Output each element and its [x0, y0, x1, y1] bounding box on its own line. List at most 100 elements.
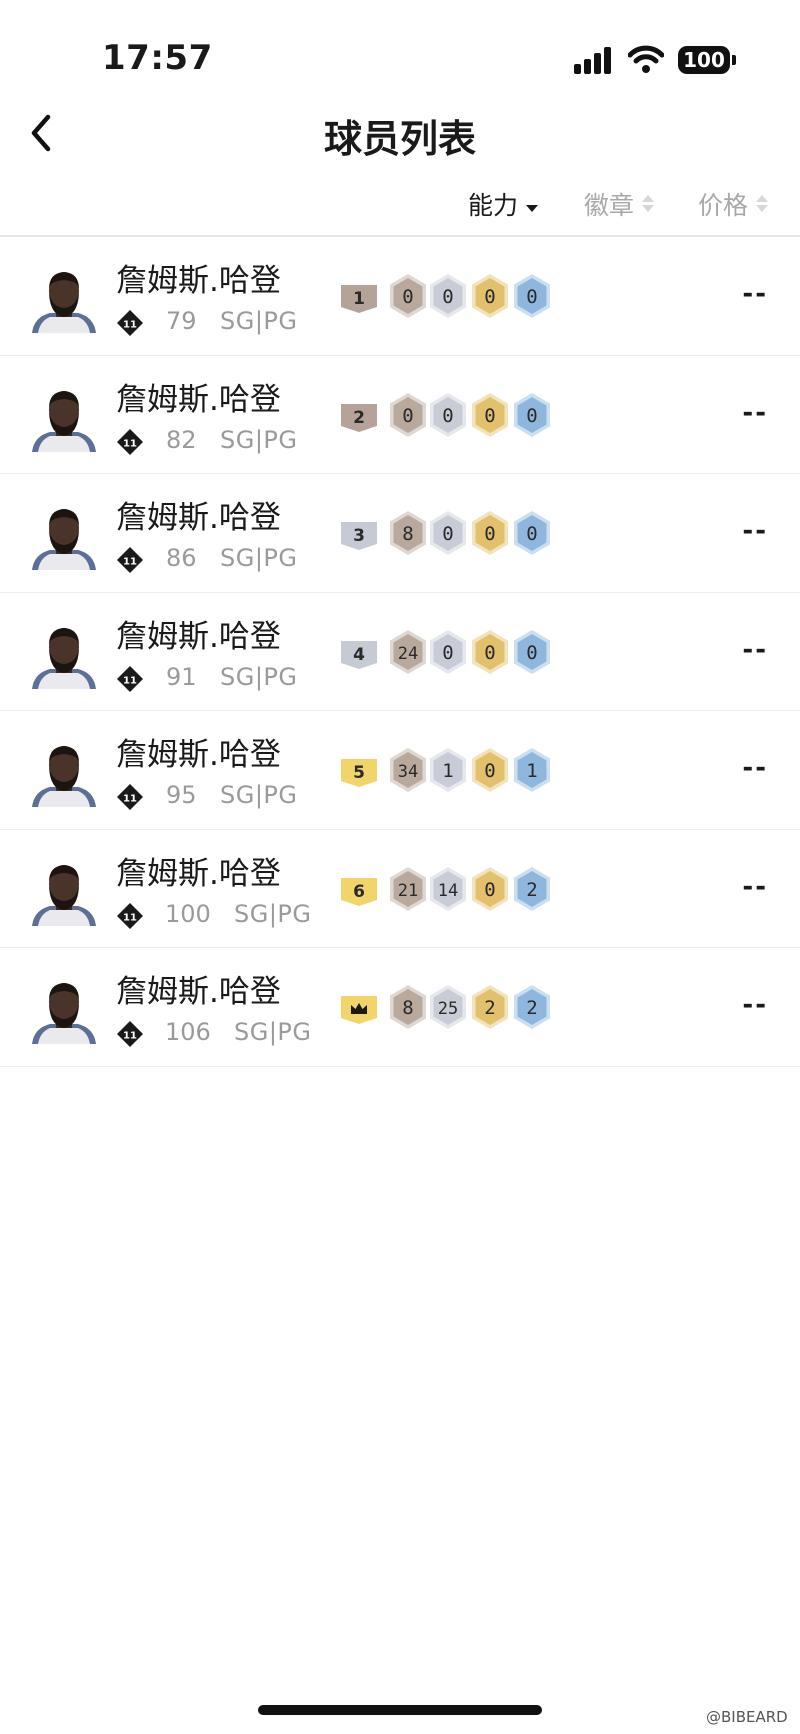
- badge-count: 24: [398, 644, 418, 664]
- badge-count: 1: [442, 760, 453, 782]
- sort-price-label: 价格: [698, 191, 749, 220]
- badge-count: 2: [526, 879, 537, 901]
- grade-number: 1: [353, 289, 365, 309]
- badge-hof-icon: 0: [514, 274, 550, 318]
- badge-count: 0: [442, 523, 453, 545]
- badge-count: 0: [442, 286, 453, 308]
- player-name: 詹姆斯.哈登: [116, 737, 281, 773]
- badge-hof-icon: 2: [514, 866, 550, 911]
- player-row[interactable]: 詹姆斯.哈登 11 106 SG|PG 8 25 2 2 --: [0, 948, 800, 1067]
- player-row[interactable]: 詹姆斯.哈登 11 79 SG|PG 1 0 0 0 0 --: [0, 237, 800, 356]
- tier-diamond-icon: 11: [117, 1021, 143, 1047]
- player-row[interactable]: 詹姆斯.哈登 11 91 SG|PG 4 24 0 0 0 --: [0, 593, 800, 711]
- player-list: 詹姆斯.哈登 11 79 SG|PG 1 0 0 0 0 -- 詹姆斯.哈登 11 82 SG|PG 2 0 0…: [0, 237, 800, 1067]
- sort-desc-icon: [526, 194, 539, 214]
- badge-count: 1: [526, 760, 537, 782]
- badge-count: 0: [484, 760, 495, 782]
- tier-diamond-icon: 11: [117, 784, 143, 810]
- player-positions: SG|PG: [234, 1018, 312, 1046]
- player-rating: 106: [165, 1018, 211, 1046]
- sort-ability-label: 能力: [468, 191, 519, 220]
- player-avatar: [32, 509, 96, 570]
- player-positions: SG|PG: [220, 781, 298, 809]
- battery-icon: 100: [678, 46, 730, 74]
- tier-diamond-icon: 11: [117, 547, 143, 573]
- badge-count: 14: [438, 881, 458, 901]
- grade-number: 4: [353, 645, 365, 665]
- player-price: --: [742, 871, 768, 902]
- badge-hof-icon: 2: [514, 985, 550, 1029]
- player-rating: 100: [165, 899, 211, 928]
- grade-tag: 2: [341, 403, 377, 432]
- tier-diamond-icon: 11: [117, 665, 143, 692]
- badge-count: 0: [402, 405, 413, 427]
- sort-ability[interactable]: 能力: [468, 186, 539, 222]
- player-avatar: [32, 627, 96, 689]
- badge-count: 0: [484, 879, 495, 901]
- badge-count: 0: [442, 642, 453, 664]
- player-price: --: [742, 753, 768, 783]
- page-title: 球员列表: [323, 117, 476, 161]
- badge-bronze-icon: 21: [390, 866, 426, 911]
- player-positions: SG|PG: [220, 662, 298, 691]
- player-name: 詹姆斯.哈登: [116, 381, 281, 418]
- badge-gold-icon: 0: [472, 274, 508, 318]
- badge-hof-icon: 0: [514, 511, 550, 555]
- badge-hof-icon: 1: [514, 748, 550, 792]
- badge-count: 0: [526, 405, 537, 427]
- sort-price[interactable]: 价格: [698, 186, 769, 222]
- sort-arrows-icon: [756, 194, 769, 214]
- svg-text:11: 11: [123, 912, 137, 923]
- status-time: 17:57: [102, 38, 213, 78]
- player-rating: 86: [166, 544, 197, 572]
- player-positions: SG|PG: [220, 425, 298, 454]
- svg-text:11: 11: [123, 557, 137, 568]
- badge-silver-icon: 0: [430, 392, 466, 437]
- badge-count: 0: [484, 286, 495, 308]
- grade-tag: 1: [341, 285, 377, 313]
- battery-tip: [732, 55, 736, 65]
- sort-arrows-icon: [642, 194, 655, 214]
- player-avatar: [32, 746, 96, 807]
- badge-bronze-icon: 8: [390, 511, 426, 555]
- badge-count: 2: [526, 997, 537, 1019]
- player-row[interactable]: 詹姆斯.哈登 11 86 SG|PG 3 8 0 0 0 --: [0, 474, 800, 593]
- player-name: 詹姆斯.哈登: [116, 500, 281, 536]
- badge-bronze-icon: 24: [390, 629, 426, 674]
- badge-count: 34: [398, 762, 418, 782]
- sort-badges-label: 徽章: [584, 191, 635, 220]
- player-rating: 95: [166, 781, 197, 809]
- status-bar: 17:57 100: [0, 0, 800, 100]
- badge-gold-icon: 0: [472, 629, 508, 674]
- badge-silver-icon: 1: [430, 748, 466, 792]
- badge-count: 0: [484, 642, 495, 664]
- badge-gold-icon: 0: [472, 866, 508, 911]
- player-positions: SG|PG: [220, 544, 298, 572]
- player-avatar: [32, 864, 96, 926]
- grade-number: 3: [353, 526, 365, 546]
- badge-count: 2: [484, 997, 495, 1019]
- badge-gold-icon: 0: [472, 748, 508, 792]
- badge-count: 25: [438, 999, 458, 1019]
- svg-text:11: 11: [123, 675, 137, 686]
- tier-diamond-icon: 11: [117, 428, 143, 455]
- grade-tag: 5: [341, 759, 377, 787]
- grade-tag: 6: [341, 877, 377, 906]
- home-indicator[interactable]: [258, 1705, 542, 1715]
- player-rating: 79: [166, 307, 197, 335]
- tier-diamond-icon: 11: [117, 310, 143, 336]
- sort-badges[interactable]: 徽章: [584, 186, 655, 222]
- badge-silver-icon: 0: [430, 629, 466, 674]
- player-rating: 82: [166, 425, 197, 454]
- player-row[interactable]: 詹姆斯.哈登 11 100 SG|PG 6 21 14 0 2 --: [0, 830, 800, 948]
- player-price: --: [742, 516, 768, 546]
- svg-text:11: 11: [123, 1031, 137, 1042]
- badge-silver-icon: 0: [430, 274, 466, 318]
- player-row[interactable]: 詹姆斯.哈登 11 82 SG|PG 2 0 0 0 0 --: [0, 356, 800, 474]
- badge-silver-icon: 14: [430, 866, 466, 911]
- player-row[interactable]: 詹姆斯.哈登 11 95 SG|PG 5 34 1 0 1 --: [0, 711, 800, 830]
- player-name: 詹姆斯.哈登: [116, 974, 281, 1010]
- badge-bronze-icon: 0: [390, 392, 426, 437]
- player-rating: 91: [166, 662, 197, 691]
- badge-gold-icon: 0: [472, 511, 508, 555]
